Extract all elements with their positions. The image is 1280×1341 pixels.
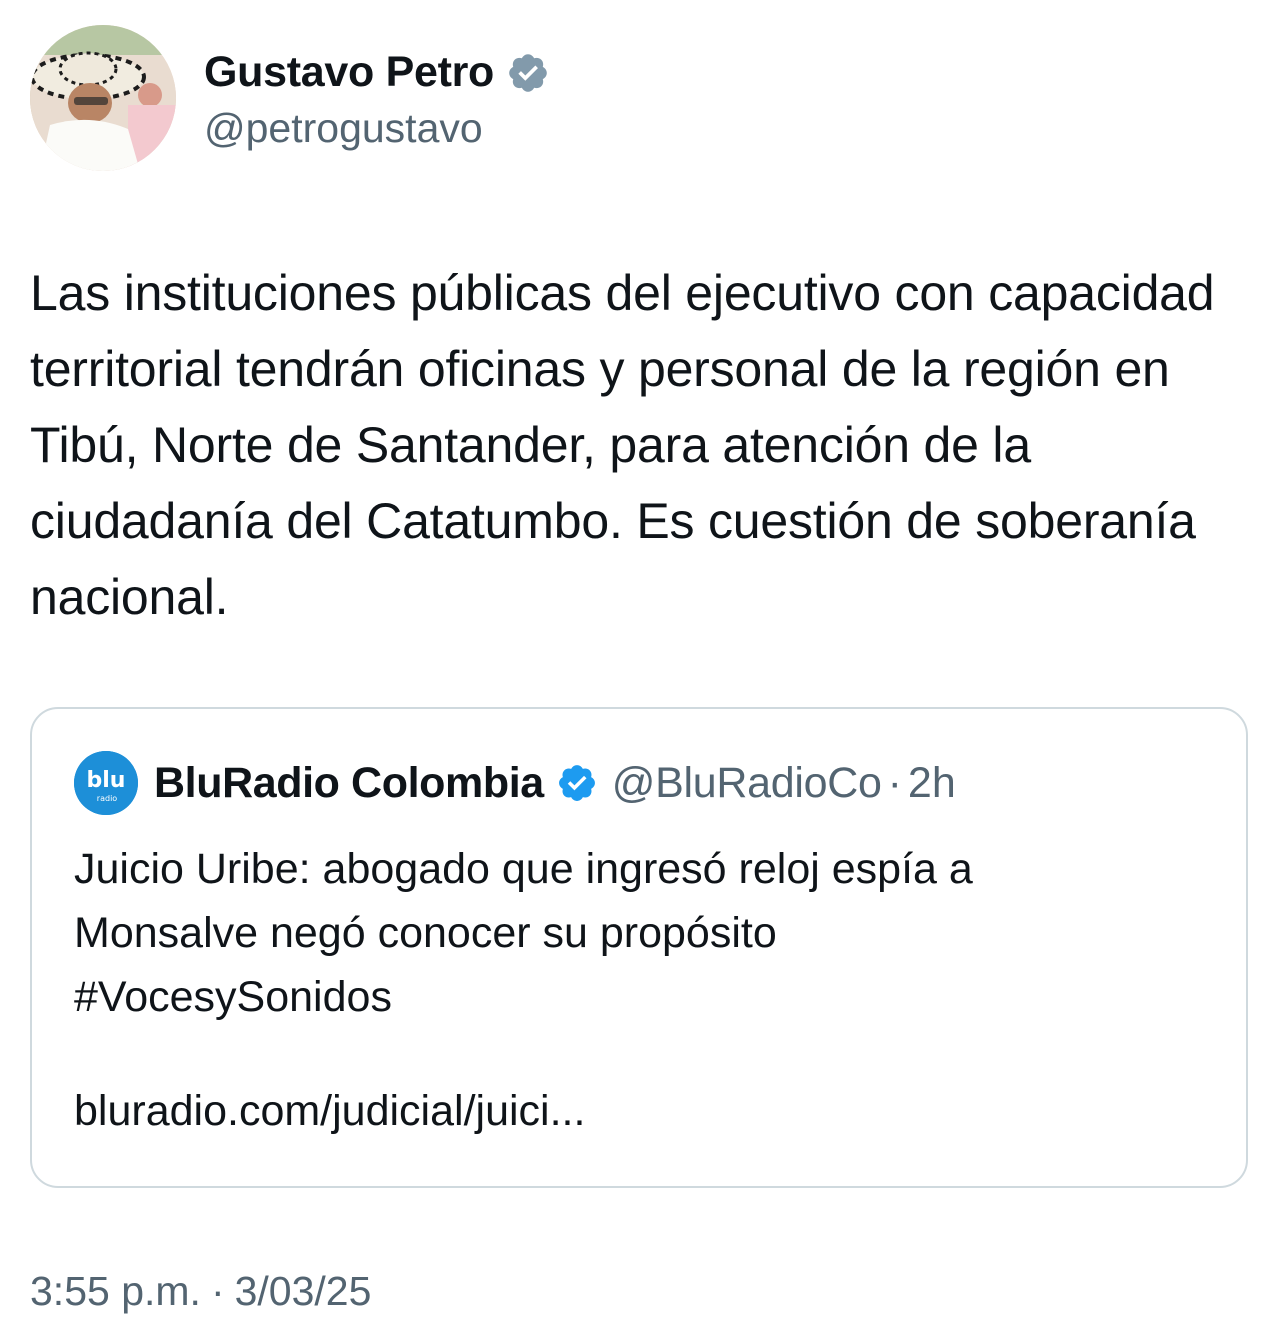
svg-text:blu: blu (87, 768, 126, 793)
tweet-date[interactable]: 3/03/25 (235, 1268, 372, 1315)
footer-separator: · (210, 1268, 225, 1314)
blue-verified-icon[interactable] (556, 762, 598, 804)
tweet-footer: 3:55 p.m. · 3/03/25 (30, 1268, 371, 1315)
quoted-tweet-text: Juicio Uribe: abogado que ingresó reloj … (74, 837, 1204, 1029)
quoted-separator: · (887, 758, 902, 807)
quoted-text-line: Monsalve negó conocer su propósito (74, 909, 777, 957)
gray-verified-icon[interactable] (506, 51, 550, 95)
author-display-name[interactable]: Gustavo Petro (204, 48, 494, 97)
author-avatar[interactable] (30, 25, 176, 171)
quoted-text-line: Juicio Uribe: abogado que ingresó reloj … (74, 845, 973, 893)
tweet-header: Gustavo Petro @petrogustavo (30, 25, 550, 171)
quoted-url-link[interactable]: bluradio.com/judicial/juici... (74, 1087, 585, 1136)
author-handle[interactable]: @petrogustavo (204, 105, 550, 152)
bluradio-logo[interactable]: blu radio (74, 751, 138, 815)
quoted-timestamp[interactable]: 2h (908, 759, 956, 808)
hashtag-link[interactable]: #VocesySonidos (74, 973, 392, 1021)
tweet-time[interactable]: 3:55 p.m. (30, 1268, 201, 1315)
author-names: Gustavo Petro @petrogustavo (204, 45, 550, 152)
svg-text:radio: radio (97, 794, 117, 803)
tweet-text: Las instituciones públicas del ejecutivo… (30, 265, 1215, 625)
name-row: Gustavo Petro (204, 45, 550, 101)
quoted-tweet-header: blu radio BluRadio Colombia @BluRadioCo … (74, 751, 956, 815)
quoted-tweet-card[interactable]: blu radio BluRadio Colombia @BluRadioCo … (30, 707, 1248, 1188)
quoted-author-handle[interactable]: @BluRadioCo (612, 759, 882, 808)
quoted-author-name[interactable]: BluRadio Colombia (154, 759, 544, 808)
